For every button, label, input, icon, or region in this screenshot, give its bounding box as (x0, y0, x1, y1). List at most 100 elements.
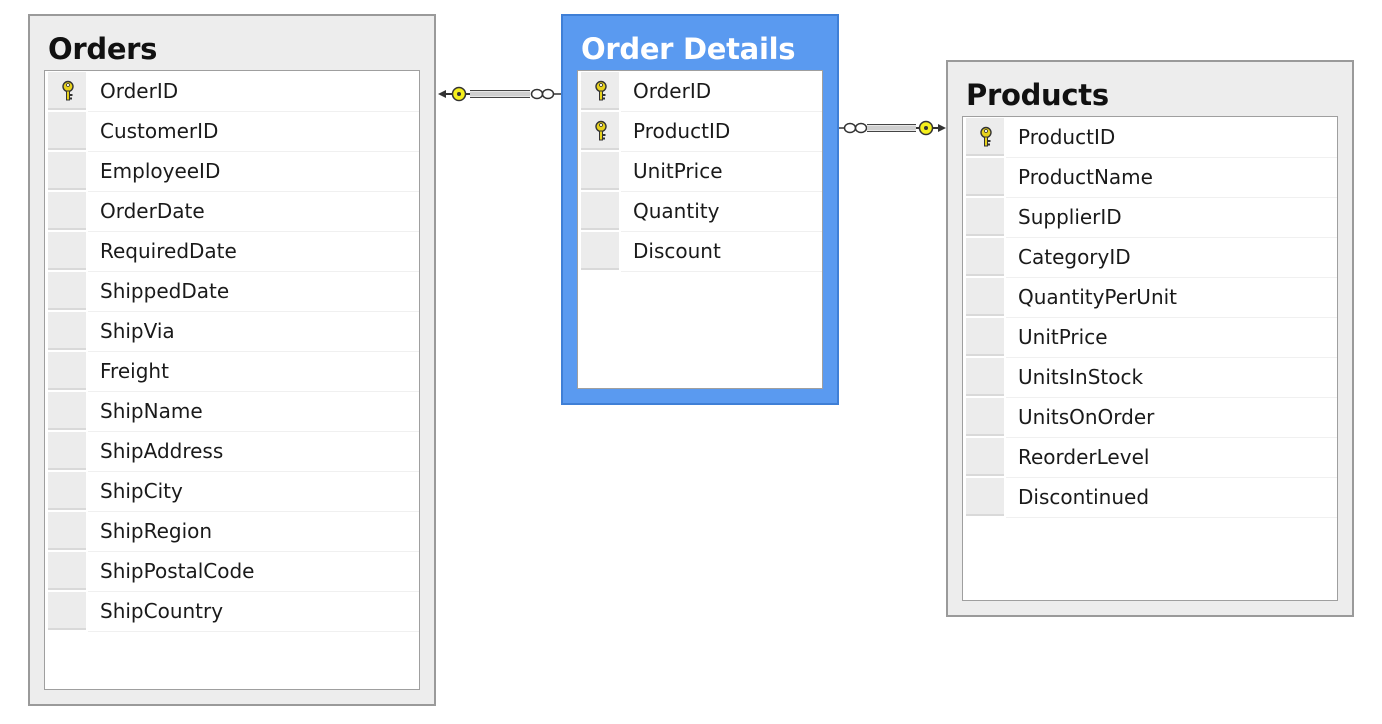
column-list: OrderID CustomerID EmployeeID OrderDate … (44, 70, 420, 690)
row-selector[interactable] (966, 318, 1004, 356)
column-row-discontinued[interactable]: Discontinued (963, 477, 1337, 518)
row-selector[interactable] (966, 158, 1004, 196)
row-selector[interactable] (966, 358, 1004, 396)
column-row-orderdate[interactable]: OrderDate (45, 191, 419, 232)
column-row-unitprice[interactable]: UnitPrice (578, 151, 822, 192)
column-name: UnitPrice (633, 159, 723, 183)
column-name: RequiredDate (100, 239, 237, 263)
column-row-quantityperunit[interactable]: QuantityPerUnit (963, 277, 1337, 318)
column-name: UnitPrice (1018, 325, 1108, 349)
column-name: UnitsInStock (1018, 365, 1144, 389)
column-name: CustomerID (100, 119, 219, 143)
table-order-details[interactable]: Order Details OrderID ProductID UnitPric… (561, 14, 839, 405)
relationship-key-icon (916, 120, 946, 136)
primary-key-icon (980, 126, 992, 147)
column-name: ProductName (1018, 165, 1153, 189)
column-name: ShipName (100, 399, 203, 423)
column-name: EmployeeID (100, 159, 221, 183)
row-selector[interactable] (48, 272, 86, 310)
column-row-discount[interactable]: Discount (578, 231, 822, 272)
column-name: QuantityPerUnit (1018, 285, 1178, 309)
column-row-requireddate[interactable]: RequiredDate (45, 231, 419, 272)
column-name: ShippedDate (100, 279, 230, 303)
row-selector[interactable] (48, 472, 86, 510)
column-row-quantity[interactable]: Quantity (578, 191, 822, 232)
row-selector[interactable] (48, 352, 86, 390)
column-row-customerid[interactable]: CustomerID (45, 111, 419, 152)
column-row-shipregion[interactable]: ShipRegion (45, 511, 419, 552)
column-row-employeeid[interactable]: EmployeeID (45, 151, 419, 192)
column-row-shipname[interactable]: ShipName (45, 391, 419, 432)
column-name: ProductID (1018, 125, 1116, 149)
relationship-infinity-icon (530, 88, 561, 100)
column-name: ShipVia (100, 319, 175, 343)
relationship-products-orderdetails[interactable] (838, 120, 946, 136)
column-row-shipvia[interactable]: ShipVia (45, 311, 419, 352)
column-name: Quantity (633, 199, 720, 223)
column-row-unitprice[interactable]: UnitPrice (963, 317, 1337, 358)
row-selector[interactable] (48, 312, 86, 350)
row-selector[interactable] (581, 192, 619, 230)
column-name: OrderID (633, 79, 712, 103)
row-selector[interactable] (966, 198, 1004, 236)
column-row-shipaddress[interactable]: ShipAddress (45, 431, 419, 472)
primary-key-icon (595, 120, 607, 141)
table-title: Products (966, 78, 1109, 112)
row-selector[interactable] (48, 592, 86, 630)
row-selector[interactable] (48, 192, 86, 230)
row-selector[interactable] (48, 432, 86, 470)
row-selector[interactable] (966, 238, 1004, 276)
row-selector[interactable] (966, 398, 1004, 436)
column-row-shippostalcode[interactable]: ShipPostalCode (45, 551, 419, 592)
column-name: UnitsOnOrder (1018, 405, 1155, 429)
row-selector[interactable] (48, 112, 86, 150)
table-title: Orders (48, 32, 158, 66)
row-selector[interactable] (581, 152, 619, 190)
column-name: Discontinued (1018, 485, 1150, 509)
table-title: Order Details (581, 32, 796, 66)
row-selector[interactable] (966, 438, 1004, 476)
column-row-shipcountry[interactable]: ShipCountry (45, 591, 419, 632)
column-name: ProductID (633, 119, 731, 143)
row-selector[interactable] (48, 232, 86, 270)
column-row-freight[interactable]: Freight (45, 351, 419, 392)
column-name: ShipCountry (100, 599, 224, 623)
row-selector[interactable] (48, 152, 86, 190)
column-row-categoryid[interactable]: CategoryID (963, 237, 1337, 278)
primary-key-icon (62, 80, 74, 101)
column-row-orderid[interactable]: OrderID (578, 71, 822, 112)
column-name: Freight (100, 359, 169, 383)
column-row-supplierid[interactable]: SupplierID (963, 197, 1337, 238)
column-row-productid[interactable]: ProductID (963, 117, 1337, 158)
row-selector[interactable] (966, 478, 1004, 516)
column-row-shippeddate[interactable]: ShippedDate (45, 271, 419, 312)
column-row-unitsonorder[interactable]: UnitsOnOrder (963, 397, 1337, 438)
row-selector[interactable] (48, 512, 86, 550)
column-row-shipcity[interactable]: ShipCity (45, 471, 419, 512)
column-name: OrderDate (100, 199, 205, 223)
column-row-productname[interactable]: ProductName (963, 157, 1337, 198)
table-products[interactable]: Products ProductID ProductName SupplierI… (946, 60, 1354, 617)
column-row-productid[interactable]: ProductID (578, 111, 822, 152)
row-selector[interactable] (48, 552, 86, 590)
column-name: ShipRegion (100, 519, 213, 543)
column-name: Discount (633, 239, 721, 263)
row-selector[interactable] (581, 232, 619, 270)
row-selector[interactable] (48, 392, 86, 430)
column-row-orderid[interactable]: OrderID (45, 71, 419, 112)
column-name: OrderID (100, 79, 179, 103)
column-list: ProductID ProductName SupplierID Categor… (962, 116, 1338, 601)
column-name: CategoryID (1018, 245, 1131, 269)
column-name: ShipPostalCode (100, 559, 255, 583)
relationship-infinity-icon (838, 122, 868, 134)
column-row-reorderlevel[interactable]: ReorderLevel (963, 437, 1337, 478)
column-name: SupplierID (1018, 205, 1122, 229)
row-selector[interactable] (966, 278, 1004, 316)
column-name: ReorderLevel (1018, 445, 1150, 469)
table-orders[interactable]: Orders OrderID CustomerID EmployeeID Ord… (28, 14, 436, 706)
relationship-orders-orderdetails[interactable] (438, 86, 561, 102)
primary-key-icon (595, 80, 607, 101)
column-name: ShipCity (100, 479, 183, 503)
column-row-unitsinstock[interactable]: UnitsInStock (963, 357, 1337, 398)
column-list: OrderID ProductID UnitPrice Quantity Dis… (577, 70, 823, 389)
